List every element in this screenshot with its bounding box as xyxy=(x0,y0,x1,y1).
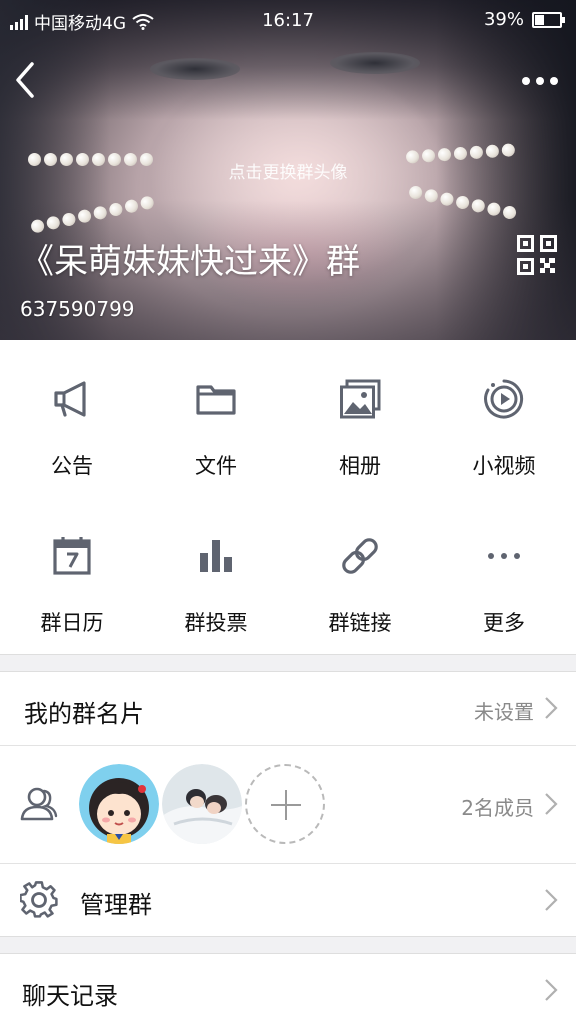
megaphone-icon xyxy=(54,381,86,417)
group-name: 《呆萌妹妹快过来》群 xyxy=(20,242,360,282)
section-divider xyxy=(0,654,576,672)
chevron-left-icon xyxy=(16,62,34,98)
members-icon xyxy=(20,787,58,821)
battery-icon xyxy=(532,11,565,28)
qr-code-icon xyxy=(517,235,557,275)
manage-group-row[interactable]: 管理群 xyxy=(0,864,576,936)
chevron-right-icon xyxy=(545,793,558,815)
feature-grid: 公告 文件 相册 小视频 群日历 群投票 群链接 更多 xyxy=(0,340,576,654)
chat-history-label: 聊天记录 xyxy=(22,982,118,1010)
feature-vote[interactable]: 群投票 xyxy=(144,497,288,654)
my-group-card-row[interactable]: 我的群名片 未设置 xyxy=(0,672,576,745)
group-cover[interactable]: 中国移动4G 16:17 39% 点击更换群头像 《呆萌妹妹快过来》群 6375… xyxy=(0,0,576,340)
feature-label: 小视频 xyxy=(472,454,536,478)
cover-photo-eye-right xyxy=(330,52,420,74)
link-icon xyxy=(342,538,378,574)
avatar xyxy=(79,764,159,844)
member-avatar[interactable] xyxy=(79,764,159,844)
qr-code-button[interactable] xyxy=(517,235,557,275)
feature-calendar[interactable]: 群日历 xyxy=(0,497,144,654)
back-button[interactable] xyxy=(8,58,44,102)
feature-label: 公告 xyxy=(51,454,93,478)
more-options-button[interactable] xyxy=(518,66,562,96)
section-divider xyxy=(0,936,576,954)
status-bar: 中国移动4G 16:17 39% xyxy=(0,0,576,40)
album-icon xyxy=(340,379,381,419)
chevron-right-icon xyxy=(545,979,558,1001)
feature-link[interactable]: 群链接 xyxy=(288,497,432,654)
more-dots-icon xyxy=(488,553,520,559)
feature-album[interactable]: 相册 xyxy=(288,340,432,497)
manage-group-label: 管理群 xyxy=(80,891,152,919)
video-play-icon xyxy=(484,379,524,419)
add-member-button[interactable] xyxy=(245,764,325,844)
feature-more[interactable]: 更多 xyxy=(432,497,576,654)
feature-label: 相册 xyxy=(339,454,381,478)
bar-chart-icon xyxy=(200,540,232,572)
chevron-right-icon xyxy=(545,697,558,719)
gear-icon xyxy=(20,881,58,918)
feature-label: 文件 xyxy=(195,454,237,478)
my-group-card-value: 未设置 xyxy=(474,700,534,724)
feature-short-video[interactable]: 小视频 xyxy=(432,340,576,497)
calendar-icon xyxy=(53,537,91,575)
feature-files[interactable]: 文件 xyxy=(144,340,288,497)
feature-announcement[interactable]: 公告 xyxy=(0,340,144,497)
feature-label: 群日历 xyxy=(40,611,104,635)
battery-percent: 39% xyxy=(483,9,524,30)
feature-label: 更多 xyxy=(483,611,525,635)
group-id: 637590799 xyxy=(20,297,135,321)
more-dots-icon xyxy=(522,77,530,85)
avatar xyxy=(162,764,242,844)
feature-label: 群投票 xyxy=(184,611,248,635)
member-avatar[interactable] xyxy=(162,764,242,844)
member-count: 2名成员 xyxy=(461,796,534,820)
chat-history-row[interactable]: 聊天记录 xyxy=(0,954,576,1024)
feature-label: 群链接 xyxy=(328,611,392,635)
folder-icon xyxy=(196,385,236,415)
my-group-card-label: 我的群名片 xyxy=(24,700,144,728)
members-row[interactable]: 2名成员 xyxy=(0,746,576,863)
chevron-right-icon xyxy=(545,889,558,911)
cover-photo-eye-left xyxy=(150,58,240,80)
change-avatar-hint[interactable]: 点击更换群头像 xyxy=(0,158,576,183)
